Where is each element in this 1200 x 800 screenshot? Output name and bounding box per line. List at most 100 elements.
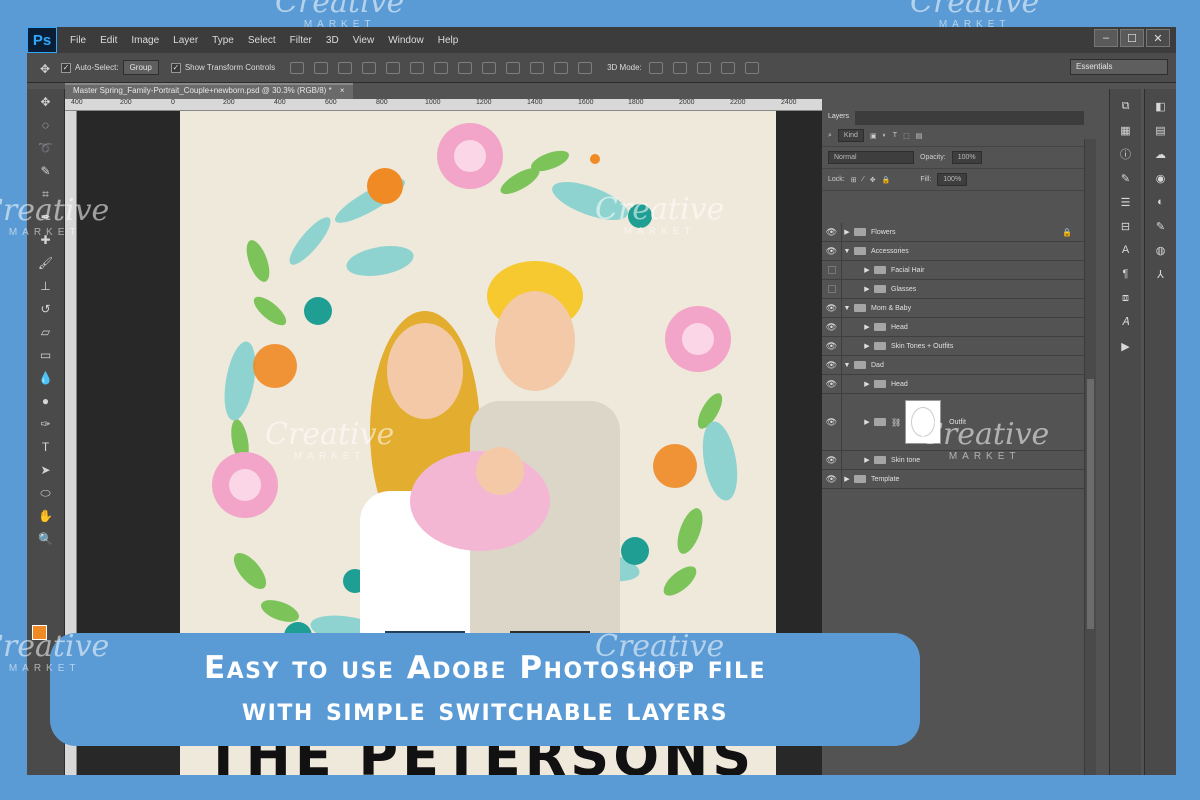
clone-source-panel-icon[interactable]: ⧈	[1118, 291, 1134, 305]
paths-panel-icon[interactable]: ◐	[1153, 195, 1169, 209]
brush-tool-icon[interactable]: 🖌	[34, 253, 58, 273]
menu-file[interactable]: File	[63, 35, 93, 46]
collapse-arrow-icon[interactable]: ▼	[842, 305, 852, 312]
show-transform-checkbox[interactable]: ✓	[170, 62, 181, 73]
menu-help[interactable]: Help	[431, 35, 466, 46]
layer-row[interactable]: 👁 ▼ Mom & Baby	[822, 299, 1084, 318]
menu-edit[interactable]: Edit	[93, 35, 124, 46]
align-top-icon[interactable]	[290, 61, 305, 74]
distribute-top-icon[interactable]	[434, 61, 449, 74]
navigator-panel-icon[interactable]: ✎	[1153, 219, 1169, 233]
dodge-tool-icon[interactable]: ●	[34, 391, 58, 411]
eraser-tool-icon[interactable]: ▱	[34, 322, 58, 342]
actions-panel-icon[interactable]: ◍	[1153, 243, 1169, 257]
lock-position-icon[interactable]: ✥	[870, 176, 876, 184]
eye-icon[interactable]: 👁	[822, 375, 842, 393]
layer-row[interactable]: 👁 ▶ Head	[822, 375, 1084, 394]
align-left-icon[interactable]	[362, 61, 377, 74]
maximize-button[interactable]: ☐	[1120, 29, 1144, 47]
menu-type[interactable]: Type	[205, 35, 241, 46]
filter-shape-icon[interactable]: ⬚	[903, 132, 910, 140]
menu-3d[interactable]: 3D	[319, 35, 346, 46]
move-tool-icon[interactable]: ✥	[34, 92, 58, 112]
align-hcenter-icon[interactable]	[386, 61, 401, 74]
eye-icon[interactable]: 👁	[822, 242, 842, 260]
history-panel-icon[interactable]: ⧉	[1118, 99, 1134, 113]
scroll-thumb[interactable]	[1087, 379, 1094, 629]
move-tool-preset-icon[interactable]: ✥	[33, 59, 57, 79]
lock-brush-icon[interactable]: ⁄	[863, 176, 864, 183]
align-right-icon[interactable]	[410, 61, 425, 74]
layer-row[interactable]: 👁 ▶ Skin Tones + Outfits	[822, 337, 1084, 356]
layer-row[interactable]: 👁 ▶ Head	[822, 318, 1084, 337]
expand-arrow-icon[interactable]: ▶	[842, 475, 852, 483]
menu-view[interactable]: View	[346, 35, 382, 46]
eye-icon[interactable]: 👁	[822, 223, 842, 241]
layer-comps-panel-icon[interactable]: ⊟	[1118, 219, 1134, 233]
3d-roll-icon[interactable]	[672, 61, 687, 74]
foreground-color-swatch[interactable]	[32, 625, 47, 640]
brush-panel-icon[interactable]: ✎	[1118, 171, 1134, 185]
expand-arrow-icon[interactable]: ▶	[862, 323, 872, 331]
layer-row[interactable]: 👁 ▶ Template	[822, 470, 1084, 489]
visibility-off-box[interactable]	[822, 280, 842, 298]
filter-smart-object-icon[interactable]: ▤	[916, 132, 923, 140]
eye-icon[interactable]: 👁	[822, 470, 842, 488]
3d-scale-icon[interactable]	[744, 61, 759, 74]
filter-type-icon[interactable]: T	[893, 132, 897, 139]
close-button[interactable]: ✕	[1146, 29, 1170, 47]
expand-arrow-icon[interactable]: ▶	[862, 266, 872, 274]
timeline-panel-icon[interactable]: ▶	[1118, 339, 1134, 353]
document-tab[interactable]: Master Spring_Family-Portrait_Couple+new…	[65, 83, 353, 99]
layer-row[interactable]: 👁 ▶ Flowers 🔒	[822, 223, 1084, 242]
document-close-icon[interactable]: ×	[340, 86, 345, 95]
expand-arrow-icon[interactable]: ▶	[862, 418, 872, 426]
layers-tab[interactable]: Layers	[822, 111, 856, 125]
lasso-tool-icon[interactable]: ➰	[34, 138, 58, 158]
chain-link-icon[interactable]: ⛓	[891, 418, 901, 427]
history-brush-tool-icon[interactable]: ↺	[34, 299, 58, 319]
eye-icon[interactable]: 👁	[822, 356, 842, 374]
paragraph-panel-icon[interactable]: ¶	[1118, 267, 1134, 281]
distribute-bottom-icon[interactable]	[482, 61, 497, 74]
layer-row[interactable]: 👁 ▶ ⛓ Outfit	[822, 394, 1084, 451]
info-panel-icon[interactable]: ⓘ	[1118, 147, 1134, 161]
expand-arrow-icon[interactable]: ▶	[862, 380, 872, 388]
zoom-tool-icon[interactable]: 🔍	[34, 529, 58, 549]
layer-row[interactable]: 👁 ▼ Accessories	[822, 242, 1084, 261]
healing-brush-tool-icon[interactable]: ✚	[34, 230, 58, 250]
lock-transparent-icon[interactable]: ⊞	[851, 176, 857, 184]
filter-adjustment-icon[interactable]: ◐	[883, 132, 887, 139]
auto-select-dropdown[interactable]: Group	[122, 60, 159, 75]
distribute-vcenter-icon[interactable]	[458, 61, 473, 74]
layer-row[interactable]: ▶ Glasses	[822, 280, 1084, 299]
color-panel-icon[interactable]: ◧	[1153, 99, 1169, 113]
distribute-hcenter-icon[interactable]	[530, 61, 545, 74]
eye-icon[interactable]: 👁	[822, 299, 842, 317]
eyedropper-tool-icon[interactable]: ✒	[34, 207, 58, 227]
adjustments-panel-icon[interactable]: ☰	[1118, 195, 1134, 209]
clone-stamp-tool-icon[interactable]: ⊥	[34, 276, 58, 296]
shape-tool-icon[interactable]: ⬭	[34, 483, 58, 503]
layer-row[interactable]: 👁 ▼ Dad	[822, 356, 1084, 375]
opacity-input[interactable]: 100%	[951, 151, 982, 164]
menu-layer[interactable]: Layer	[166, 35, 205, 46]
layer-mask-thumbnail[interactable]	[905, 400, 942, 444]
3d-slide-icon[interactable]	[720, 61, 735, 74]
collapse-arrow-icon[interactable]: ▼	[842, 362, 852, 369]
crop-tool-icon[interactable]: ⌗	[34, 184, 58, 204]
eye-icon[interactable]: 👁	[822, 394, 842, 450]
visibility-off-box[interactable]	[822, 261, 842, 279]
align-vcenter-icon[interactable]	[314, 61, 329, 74]
eye-icon[interactable]: 👁	[822, 337, 842, 355]
minimize-button[interactable]: –	[1094, 29, 1118, 47]
path-select-tool-icon[interactable]: ➤	[34, 460, 58, 480]
styles-panel-icon[interactable]: ◉	[1153, 171, 1169, 185]
distribute-left-icon[interactable]	[506, 61, 521, 74]
layer-row[interactable]: ▶ Facial Hair	[822, 261, 1084, 280]
distribute-right-icon[interactable]	[554, 61, 569, 74]
menu-select[interactable]: Select	[241, 35, 283, 46]
blend-mode-dropdown[interactable]: Normal	[828, 151, 914, 164]
lock-all-icon[interactable]: 🔒	[882, 176, 891, 184]
menu-window[interactable]: Window	[381, 35, 431, 46]
